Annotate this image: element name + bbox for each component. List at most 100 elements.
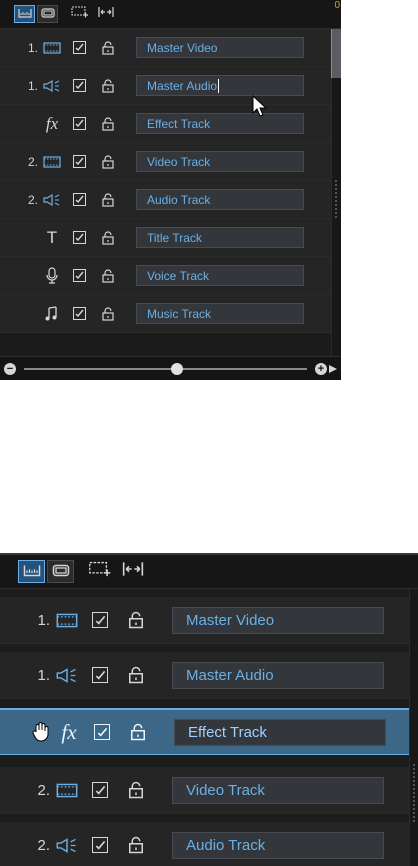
- video-track-icon: [54, 778, 80, 802]
- scroll-right-arrow-icon[interactable]: [329, 364, 337, 373]
- lock-icon[interactable]: [126, 665, 146, 685]
- lock-icon[interactable]: [100, 268, 116, 284]
- track-enabled-checkbox[interactable]: [92, 782, 108, 798]
- track-row-video-2[interactable]: 2. Video Track: [0, 143, 341, 181]
- track-name-field[interactable]: Video Track: [172, 776, 384, 804]
- lock-icon[interactable]: [100, 154, 116, 170]
- storyboard-view-button[interactable]: [37, 5, 58, 23]
- ruler-tag: 0: [334, 0, 340, 11]
- zoom-slider-knob[interactable]: [170, 362, 183, 375]
- track-name-text: Master Audio: [147, 78, 218, 93]
- lock-icon[interactable]: [100, 192, 116, 208]
- add-track-icon: [88, 560, 112, 583]
- text-caret: [218, 78, 220, 93]
- track-name-field[interactable]: Title Track: [136, 227, 304, 248]
- track-enabled-checkbox[interactable]: [73, 79, 86, 92]
- track-number: 2.: [27, 154, 38, 169]
- track-enabled-checkbox[interactable]: [73, 269, 86, 282]
- lock-icon[interactable]: [100, 40, 116, 56]
- track-enabled-checkbox[interactable]: [94, 724, 110, 740]
- track-name-field[interactable]: Voice Track: [136, 265, 304, 286]
- video-track-icon: [41, 152, 63, 172]
- lock-icon[interactable]: [128, 722, 148, 742]
- track-manager-panel-bottom: 1. Master Video 1. Master Audio fx Effec…: [0, 553, 418, 866]
- track-name-field[interactable]: Audio Track: [136, 189, 304, 210]
- fx-icon: fx: [61, 719, 77, 744]
- track-number: 2.: [27, 192, 38, 207]
- track-name-field[interactable]: Audio Track: [172, 831, 384, 859]
- timeline-view-button[interactable]: [18, 560, 45, 583]
- track-enabled-checkbox[interactable]: [92, 667, 108, 683]
- microphone-icon: [41, 266, 63, 286]
- track-number: 2.: [37, 836, 50, 854]
- track-scrollbar[interactable]: [331, 29, 341, 356]
- track-number: 1.: [37, 611, 50, 629]
- lock-icon[interactable]: [100, 116, 116, 132]
- track-row-voice[interactable]: Voice Track: [0, 257, 341, 295]
- add-track-button[interactable]: [86, 560, 113, 583]
- view-toggle-group: [18, 560, 76, 583]
- track-enabled-checkbox[interactable]: [73, 307, 86, 320]
- track-enabled-checkbox[interactable]: [73, 231, 86, 244]
- track-list-bottom: 1. Master Video 1. Master Audio fx Effec…: [0, 589, 418, 866]
- add-track-icon: [71, 5, 89, 24]
- fit-timeline-button[interactable]: [96, 5, 116, 23]
- storyboard-view-button[interactable]: [47, 560, 74, 583]
- track-name-field[interactable]: Effect Track: [136, 113, 304, 134]
- zoom-slider[interactable]: [24, 362, 307, 375]
- track-name-field[interactable]: Master Video: [136, 37, 304, 58]
- track-row-audio-2[interactable]: 2. Audio Track: [0, 181, 341, 219]
- track-row-audio-2[interactable]: 2. Audio Track: [0, 822, 418, 866]
- track-row-master-audio[interactable]: 1. Master Audio: [0, 652, 418, 699]
- track-name-field[interactable]: Master Video: [172, 606, 384, 634]
- track-row-master-audio[interactable]: 1. Master Audio: [0, 67, 341, 105]
- lock-icon[interactable]: [100, 78, 116, 94]
- fx-icon: fx: [45, 113, 59, 133]
- track-number: 1.: [37, 666, 50, 684]
- track-row-master-video[interactable]: 1. Master Video: [0, 597, 418, 644]
- view-toggle-group: [14, 5, 60, 23]
- title-icon: T: [46, 227, 58, 247]
- zoom-out-button[interactable]: −: [4, 362, 16, 375]
- lock-icon[interactable]: [100, 230, 116, 246]
- track-name-field[interactable]: Music Track: [136, 303, 304, 324]
- clip-thumbnail: [331, 29, 341, 78]
- scrollbar-thumb[interactable]: [335, 180, 337, 220]
- track-enabled-checkbox[interactable]: [92, 837, 108, 853]
- timeline-toolbar: 0: [0, 0, 341, 29]
- video-track-icon: [41, 38, 63, 58]
- track-name-field[interactable]: Effect Track: [174, 718, 386, 746]
- track-row-master-video[interactable]: 1. Master Video: [0, 29, 341, 67]
- track-enabled-checkbox[interactable]: [73, 193, 86, 206]
- track-name-field[interactable]: Video Track: [136, 151, 304, 172]
- audio-track-icon: [54, 833, 80, 857]
- track-scrollbar[interactable]: [409, 589, 418, 866]
- track-enabled-checkbox[interactable]: [73, 117, 86, 130]
- track-number: 1.: [27, 40, 38, 55]
- audio-track-icon: [41, 76, 63, 96]
- audio-track-icon: [54, 663, 80, 687]
- fit-icon: [121, 561, 145, 582]
- track-row-effect[interactable]: fx Effect Track: [0, 105, 341, 143]
- zoom-in-button[interactable]: +: [315, 362, 327, 375]
- track-row-video-2[interactable]: 2. Video Track: [0, 767, 418, 814]
- track-row-title[interactable]: T Title Track: [0, 219, 341, 257]
- fit-timeline-button[interactable]: [119, 560, 146, 583]
- track-enabled-checkbox[interactable]: [92, 612, 108, 628]
- track-enabled-checkbox[interactable]: [73, 41, 86, 54]
- track-name-field-editing[interactable]: Master Audio: [136, 75, 304, 96]
- lock-icon[interactable]: [126, 835, 146, 855]
- lock-icon[interactable]: [100, 306, 116, 322]
- track-name-field[interactable]: Master Audio: [172, 661, 384, 689]
- lock-icon[interactable]: [126, 610, 146, 630]
- fit-icon: [97, 5, 115, 23]
- timeline-view-button[interactable]: [14, 5, 35, 23]
- track-row-effect-selected[interactable]: fx Effect Track: [0, 708, 418, 755]
- track-enabled-checkbox[interactable]: [73, 155, 86, 168]
- track-row-music[interactable]: Music Track: [0, 295, 341, 333]
- storyboard-view-icon: [52, 563, 70, 581]
- scrollbar-thumb[interactable]: [413, 764, 415, 824]
- lock-icon[interactable]: [126, 780, 146, 800]
- track-manager-panel-top: 0 1. Master Video 1. Master Audio fx Eff…: [0, 0, 341, 380]
- add-track-button[interactable]: [70, 5, 90, 23]
